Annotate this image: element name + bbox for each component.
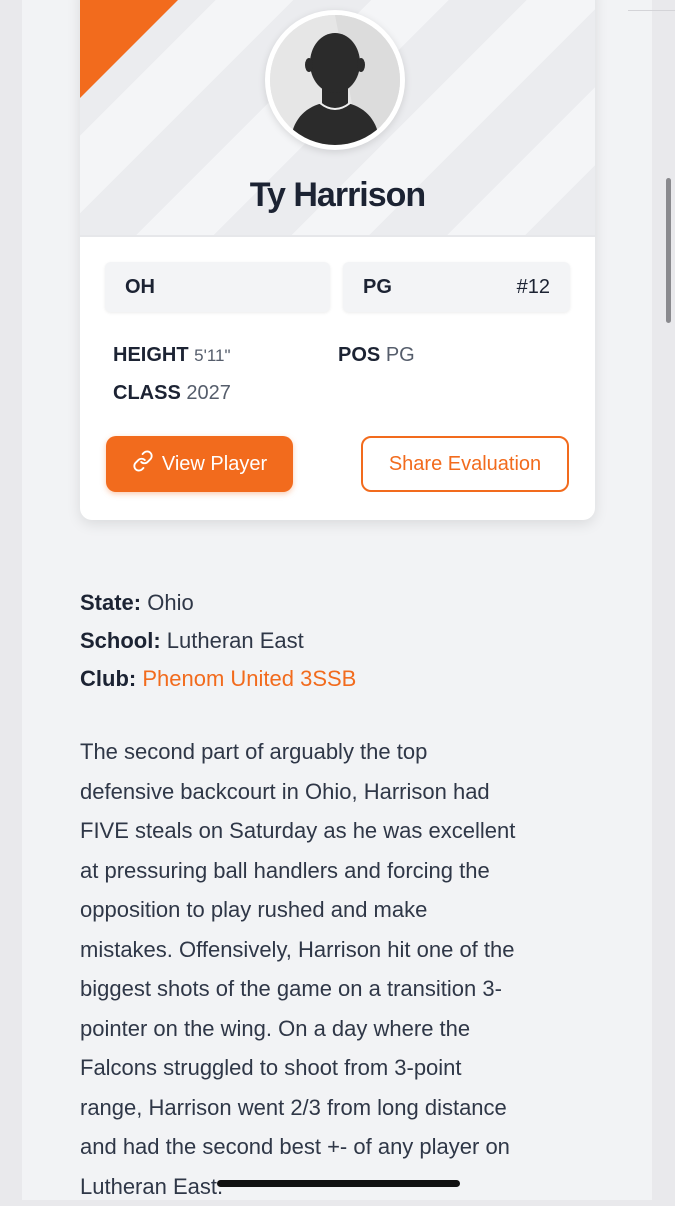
share-evaluation-label: Share Evaluation <box>389 453 541 476</box>
player-name: Ty Harrison <box>80 176 595 215</box>
evaluation-line: at pressuring ball handlers and forcing … <box>80 851 600 891</box>
pos-label: POS <box>338 344 380 366</box>
view-player-label: View Player <box>162 453 267 476</box>
position-chip: PG #12 <box>343 262 570 312</box>
club-info-label: Club: <box>80 666 136 691</box>
card-banner: Ty Harrison <box>80 0 595 237</box>
state-chip-label: OH <box>125 276 155 298</box>
evaluation-line: pointer on the wing. On a day where the <box>80 1009 600 1049</box>
evaluation-line: FIVE steals on Saturday as he was excell… <box>80 811 600 851</box>
evaluation-line: mistakes. Offensively, Harrison hit one … <box>80 930 600 970</box>
evaluation-line: biggest shots of the game on a transitio… <box>80 969 600 1009</box>
player-silhouette-icon <box>270 15 400 145</box>
evaluation-line: defensive backcourt in Ohio, Harrison ha… <box>80 772 600 812</box>
height-label: HEIGHT <box>113 344 189 366</box>
jersey-number: #12 <box>517 262 550 312</box>
class-label: CLASS <box>113 382 181 404</box>
link-icon <box>132 450 154 478</box>
position-chip-label: PG <box>363 262 392 312</box>
evaluation-text: The second part of arguably the top defe… <box>80 732 600 1206</box>
club-info: Club: Phenom United 3SSB <box>80 666 356 692</box>
evaluation-line: opposition to play rushed and make <box>80 890 600 930</box>
evaluation-line: and had the second best +- of any player… <box>80 1127 600 1167</box>
top-divider <box>628 10 675 11</box>
home-indicator[interactable] <box>217 1180 460 1187</box>
share-evaluation-button[interactable]: Share Evaluation <box>361 436 569 492</box>
evaluation-line: The second part of arguably the top <box>80 732 600 772</box>
scrollbar[interactable] <box>666 178 671 323</box>
height-stat: HEIGHT 5'11" <box>113 344 231 367</box>
state-info-value: Ohio <box>147 590 193 615</box>
pos-value: PG <box>386 344 415 366</box>
state-chip: OH <box>105 262 330 312</box>
class-value: 2027 <box>186 382 231 404</box>
corner-ribbon <box>80 0 198 98</box>
view-player-button[interactable]: View Player <box>106 436 293 492</box>
school-info-value: Lutheran East <box>167 628 304 653</box>
evaluation-line: Falcons struggled to shoot from 3-point <box>80 1048 600 1088</box>
school-info: School: Lutheran East <box>80 628 304 654</box>
player-card: Ty Harrison OH PG #12 HEIGHT 5'11" CLASS… <box>80 0 595 520</box>
pos-stat: POS PG <box>338 344 415 367</box>
school-info-label: School: <box>80 628 161 653</box>
club-link[interactable]: Phenom United 3SSB <box>142 666 356 691</box>
player-avatar[interactable] <box>265 10 405 150</box>
state-info-label: State: <box>80 590 141 615</box>
class-stat: CLASS 2027 <box>113 382 231 405</box>
state-info: State: Ohio <box>80 590 194 616</box>
height-value: 5'11" <box>194 346 230 365</box>
evaluation-line: range, Harrison went 2/3 from long dista… <box>80 1088 600 1128</box>
